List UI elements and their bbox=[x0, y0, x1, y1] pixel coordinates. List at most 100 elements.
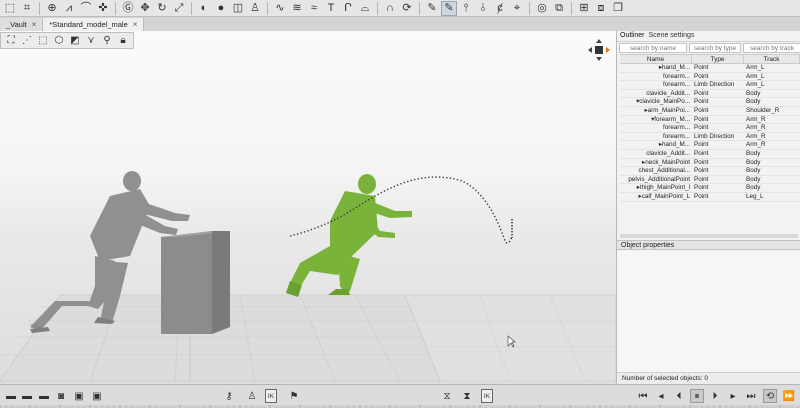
table-row[interactable]: clavicle_Addit... Point Body bbox=[620, 90, 800, 99]
prev-key-icon[interactable]: ◂ bbox=[654, 389, 668, 403]
table-row[interactable]: forearm... Point Arm_L bbox=[620, 73, 800, 82]
keyframe-copy-icon[interactable]: ▬ bbox=[20, 389, 34, 403]
film-icon[interactable]: ▣ bbox=[72, 389, 86, 403]
lock-icon[interactable]: 🔒︎ bbox=[116, 34, 130, 47]
tab-scene-settings[interactable]: Scene settings bbox=[649, 32, 695, 40]
lasso-icon[interactable]: ∩ bbox=[382, 1, 398, 16]
green-character[interactable] bbox=[286, 174, 412, 297]
keyframe-icon[interactable]: ▬ bbox=[4, 389, 18, 403]
table-row[interactable]: ▸thigh_MainPoint_l Point Body bbox=[620, 184, 800, 193]
search-by-type-input[interactable] bbox=[689, 43, 741, 53]
scale-icon[interactable]: ⤢ bbox=[171, 1, 187, 16]
film-record-icon[interactable]: ▣ bbox=[90, 389, 104, 403]
table-row[interactable]: pelvis_AdditionalPoint Point Body bbox=[620, 176, 800, 185]
tab-standard-model-male[interactable]: *Standard_model_male × bbox=[43, 18, 145, 31]
pin-icon[interactable]: ⌖ bbox=[509, 1, 525, 16]
pick-icon[interactable]: ✜ bbox=[95, 1, 111, 16]
chevron-icon[interactable]: ⋎ bbox=[84, 34, 98, 47]
figure-range-icon[interactable]: ⧖ bbox=[440, 389, 454, 403]
spline-icon[interactable]: ≈ bbox=[306, 1, 322, 16]
select-rect-icon[interactable]: ⬚ bbox=[2, 1, 18, 16]
pen-active-icon[interactable]: ✎ bbox=[441, 0, 457, 16]
wave-icon[interactable]: ∿ bbox=[272, 1, 288, 16]
camera-icon[interactable]: ◙ bbox=[54, 389, 68, 403]
table-row[interactable]: clavicle_Addit... Point Body bbox=[620, 150, 800, 159]
search-by-track-input[interactable] bbox=[743, 43, 800, 53]
cycle-icon[interactable]: ⟳ bbox=[399, 1, 415, 16]
bone-icon[interactable]: ⚲ bbox=[100, 34, 114, 47]
table-row[interactable]: ▸neck_MainPoint Point Body bbox=[620, 159, 800, 168]
table-row[interactable]: ▸hand_M... Point Arm_R bbox=[620, 141, 800, 150]
frame-icon[interactable]: ⛶ bbox=[4, 34, 18, 47]
select-lasso-icon[interactable]: ⌗ bbox=[19, 1, 35, 16]
search-by-name-input[interactable] bbox=[619, 43, 687, 53]
orbit-icon[interactable]: ⊕ bbox=[44, 1, 60, 16]
move-icon[interactable]: ✥ bbox=[137, 1, 153, 16]
layer-icon[interactable]: ⧉ bbox=[551, 1, 567, 16]
column-track[interactable]: Track bbox=[744, 55, 800, 63]
bracket-icon[interactable]: Ր bbox=[340, 1, 356, 16]
ik-key-button[interactable]: IK bbox=[265, 389, 277, 403]
motion-trajectory[interactable] bbox=[289, 176, 513, 244]
pen-icon[interactable]: ✎ bbox=[424, 1, 440, 16]
window-icon[interactable]: ⧈ bbox=[593, 1, 609, 16]
step-forward-icon[interactable]: ⏵ bbox=[708, 389, 722, 403]
ik-range-button[interactable]: IK bbox=[481, 389, 493, 403]
nodes-icon[interactable]: ⋰ bbox=[20, 34, 34, 47]
rotate-icon[interactable]: ↻ bbox=[154, 1, 170, 16]
table-row[interactable]: ▾clavicle_MainPo... Point Body bbox=[620, 98, 800, 107]
figure-icon[interactable]: ♙ bbox=[247, 1, 263, 16]
box-icon[interactable]: ⬡ bbox=[52, 34, 66, 47]
scene-canvas[interactable] bbox=[0, 31, 616, 384]
table-row[interactable]: ▸calf_MainPoint_L Point Leg_L bbox=[620, 193, 800, 202]
figure-range-end-icon[interactable]: ⧗ bbox=[460, 389, 474, 403]
cube-icon[interactable]: ◩ bbox=[68, 34, 82, 47]
table-row[interactable]: chest_Additional... Point Body bbox=[620, 167, 800, 176]
table-row[interactable]: forearm... Point Arm_R bbox=[620, 124, 800, 133]
horizontal-scrollbar[interactable] bbox=[620, 234, 798, 238]
arc-icon[interactable]: ⌓ bbox=[357, 1, 373, 16]
close-icon[interactable]: × bbox=[133, 20, 138, 29]
text-tool-icon[interactable]: T bbox=[323, 1, 339, 16]
next-key-icon[interactable]: ▸ bbox=[726, 389, 740, 403]
step-back-icon[interactable]: ⏴ bbox=[672, 389, 686, 403]
skip-start-icon[interactable]: ⏮ bbox=[636, 389, 650, 403]
skip-end-icon[interactable]: ⏭ bbox=[744, 389, 758, 403]
table-row[interactable]: forearm... Limb Direction Arm_L bbox=[620, 81, 800, 90]
cell-track: Arm_L bbox=[746, 72, 765, 80]
list-icon[interactable]: ≋ bbox=[289, 1, 305, 16]
tab-vault[interactable]: _Vault × bbox=[0, 18, 44, 31]
column-type[interactable]: Type bbox=[692, 55, 744, 63]
tab-outliner[interactable]: Outliner bbox=[620, 32, 645, 40]
close-icon[interactable]: × bbox=[32, 20, 37, 29]
flag-icon[interactable]: ⚑ bbox=[287, 389, 301, 403]
curve-icon[interactable]: ⌒ bbox=[78, 1, 94, 16]
group-icon[interactable]: Ⓖ bbox=[120, 1, 136, 16]
viewport-3d[interactable]: ⛶ ⋰ ⬚ ⬡ ◩ ⋎ ⚲ 🔒︎ bbox=[0, 31, 616, 384]
cell-track: Shoulder_R bbox=[746, 106, 780, 114]
target-icon[interactable]: ◎ bbox=[534, 1, 550, 16]
column-name[interactable]: Name bbox=[620, 55, 692, 63]
ik-icon[interactable]: ⫯ bbox=[458, 1, 474, 16]
pause-icon[interactable]: ⏸ bbox=[690, 389, 704, 403]
fk-icon[interactable]: ⫰ bbox=[475, 1, 491, 16]
speed-icon[interactable]: ⏩ bbox=[782, 389, 796, 403]
grid-icon[interactable]: ⊞ bbox=[576, 1, 592, 16]
table-row[interactable]: ▸hand_M... Point Arm_L bbox=[620, 64, 800, 73]
dot-icon[interactable]: ● bbox=[213, 1, 229, 16]
figure-key-icon[interactable]: ♙ bbox=[245, 389, 259, 403]
record-icon[interactable]: ◐ bbox=[196, 1, 212, 16]
box-select-icon[interactable]: ⬚ bbox=[36, 34, 50, 47]
key-icon[interactable]: ⚷ bbox=[222, 389, 236, 403]
loop-icon[interactable]: ⟲ bbox=[763, 389, 777, 403]
view-gizmo-icon[interactable] bbox=[587, 38, 611, 62]
box-prop[interactable] bbox=[161, 231, 230, 334]
table-row[interactable]: forearm... Limb Direction Arm_R bbox=[620, 133, 800, 142]
keyframe-paste-icon[interactable]: ▬ bbox=[37, 389, 51, 403]
graph-icon[interactable]: ⩘ bbox=[61, 1, 77, 16]
table-row[interactable]: ▸arm_MainPoi... Point Shoulder_R bbox=[620, 107, 800, 116]
mirror-icon[interactable]: ◫ bbox=[230, 1, 246, 16]
table-row[interactable]: ▾forearm_M... Point Arm_R bbox=[620, 116, 800, 125]
c-icon[interactable]: ȼ bbox=[492, 1, 508, 16]
copy-icon[interactable]: ❐ bbox=[610, 1, 626, 16]
